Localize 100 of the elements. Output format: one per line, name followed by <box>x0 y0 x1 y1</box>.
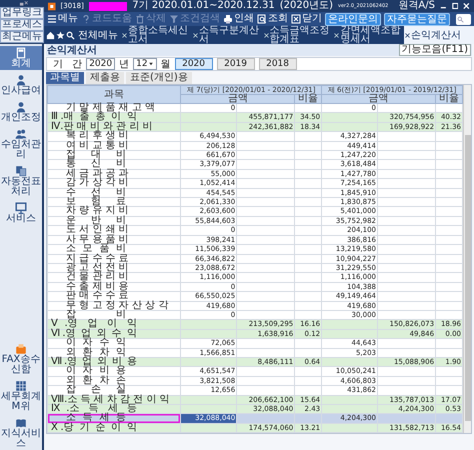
app-logo-icon <box>48 2 56 10</box>
sidebar-item[interactable]: 세무회계M위 <box>0 379 42 413</box>
account-name: 기 말 제 품 재 고 액 <box>66 104 156 112</box>
person-icon <box>15 74 27 86</box>
account-name: Ⅲ.매 출 총 이 익 <box>51 113 137 122</box>
toolbar-button[interactable]: 메뉴 <box>47 13 78 25</box>
sidebar-item[interactable]: 인사급여 <box>0 73 42 97</box>
month-unit: 월 <box>160 58 171 71</box>
close-icon <box>291 14 301 24</box>
account-name: 외 환 차 익 <box>66 348 126 357</box>
sidebar-item[interactable]: FAX송수신함 <box>0 342 42 376</box>
quick-link-button[interactable]: 업무링크 <box>0 7 44 19</box>
account-name: 판 매 수 수 료 <box>66 292 129 301</box>
question-icon <box>81 14 91 24</box>
account-name: 건 물 관 리 비 <box>66 273 129 282</box>
search-icon <box>457 16 464 22</box>
close-icon <box>334 32 340 38</box>
account-name: 복 리 후 생 비 <box>66 132 129 141</box>
account-name: 소 모 품 비 <box>66 245 126 254</box>
account-name: Ⅸ.소 득 세 등 <box>51 405 137 414</box>
sidebar-item[interactable]: 개인조정 <box>0 100 42 124</box>
caret-icon <box>148 61 154 67</box>
sidebar-item[interactable]: 서비스 <box>0 201 42 225</box>
sidebar-item[interactable]: 수임처관리 <box>0 127 42 161</box>
account-name: Ⅶ.영 업 외 비 용 <box>51 358 137 366</box>
quick-link-button[interactable]: 최근메뉴 <box>0 31 44 43</box>
account-name: 외 환 차 손 <box>66 376 126 386</box>
account-name: 운 반 비 <box>66 216 126 226</box>
close-icon <box>264 32 269 38</box>
account-name: Ⅴ.영 업 이 익 <box>51 320 137 329</box>
document-tab[interactable]: 손익계산서 <box>404 26 474 44</box>
account-name: 소 득 세 등 <box>66 414 126 423</box>
document-tab[interactable]: 감면세액조합명세서 <box>333 26 404 44</box>
fax-icon <box>15 343 27 355</box>
scrollbar[interactable] <box>463 85 471 434</box>
account-name: Ⅷ.소 득 세 차 감 전 이 익 <box>51 396 170 404</box>
monitor-icon <box>15 202 27 214</box>
view-tab[interactable]: 표준(개인)용 <box>126 72 192 84</box>
year-button[interactable]: 2019 <box>216 58 255 70</box>
close-icon <box>122 32 127 38</box>
year-button[interactable]: 2020 <box>174 58 213 70</box>
column-header: 과목 <box>48 86 181 104</box>
period-label: 기 간 <box>53 58 82 71</box>
quick-link-button[interactable]: 프로세스 <box>0 19 44 31</box>
account-name: 이 자 수 익 <box>66 339 126 348</box>
document-tab[interactable]: 소득금액조정합계표 <box>262 26 332 44</box>
account-name: 세 금 과 공 과 <box>66 170 129 178</box>
year-field[interactable]: 2020 <box>86 58 116 70</box>
account-name: 지 급 수 수 료 <box>66 254 129 263</box>
account-name: 감 가 상 각 비 <box>66 179 129 188</box>
maximize-icon[interactable] <box>452 2 458 10</box>
toolbar-button[interactable]: 닫기 <box>291 13 322 25</box>
functions-dropdown[interactable]: 기능모음(F11) <box>398 44 471 56</box>
account-name: 이 자 비 용 <box>66 367 126 376</box>
account-name: 보 험 료 <box>66 198 126 206</box>
column-header: 금액 <box>180 94 295 104</box>
account-name: 무 형 고 정 자 산 상 각 <box>66 302 168 310</box>
close-icon[interactable] <box>463 2 470 10</box>
search-icon <box>66 30 75 40</box>
person-icon <box>15 101 27 113</box>
remote-support-link[interactable]: 원격A/S <box>398 0 435 12</box>
account-name: Ⅹ.당 기 순 이 익 <box>51 424 137 432</box>
document-tab[interactable]: 소득구분계산서 <box>192 26 262 44</box>
trash-icon <box>135 14 145 24</box>
star-icon <box>56 30 65 40</box>
menu-icon <box>47 14 57 24</box>
account-name: 접 대 비 <box>66 151 126 160</box>
view-tab[interactable]: 과목별 <box>46 72 84 84</box>
month-dropdown[interactable]: 12 <box>133 58 157 70</box>
account-name: 광 고 선 전 비 <box>66 264 129 272</box>
search-icon <box>257 14 267 24</box>
all-menu-button[interactable]: 전체메뉴 <box>76 30 120 40</box>
toolbar-button[interactable]: 조회 <box>257 13 288 25</box>
calculator-icon <box>15 47 27 59</box>
account-name: Ⅵ.영 업 외 수 익 <box>51 330 137 338</box>
fiscal-period: 7기 2020.01.01~2020.12.31 <box>132 0 275 12</box>
page-title: 손익계산서 <box>47 44 97 56</box>
sidebar-item[interactable]: 지식서비스 <box>0 416 42 450</box>
sidebar-item[interactable]: 회계 <box>0 46 42 70</box>
people-icon <box>15 128 27 140</box>
account-name: 잡 손 실 <box>66 386 126 395</box>
account-name: 수 선 비 <box>66 188 126 198</box>
fiscal-year: (2020년도) <box>280 0 333 12</box>
account-name: 수 출 제 비 용 <box>66 282 129 292</box>
close-icon <box>405 32 410 38</box>
grid-icon <box>15 380 27 392</box>
account-name: 잡 비 <box>66 310 126 320</box>
search-field[interactable] <box>456 14 471 24</box>
redaction-mark <box>88 2 128 10</box>
account-name: 차 량 유 지 비 <box>66 207 129 216</box>
sidebar-item[interactable]: 자동전표처리 <box>0 164 42 198</box>
view-tab[interactable]: 제출용 <box>86 72 124 84</box>
printer-icon <box>223 14 233 24</box>
document-tab[interactable]: 종합소득세신고서 <box>121 26 191 44</box>
book-icon <box>15 417 27 429</box>
account-name: 사 무 용 품 비 <box>66 236 129 244</box>
toolbar-button[interactable]: 인쇄 <box>223 13 254 25</box>
year-button[interactable]: 2018 <box>258 58 297 70</box>
account-name: Ⅳ.판 매 비 와 관 리 비 <box>51 122 152 132</box>
account-name: 도 서 인 쇄 비 <box>66 226 129 235</box>
